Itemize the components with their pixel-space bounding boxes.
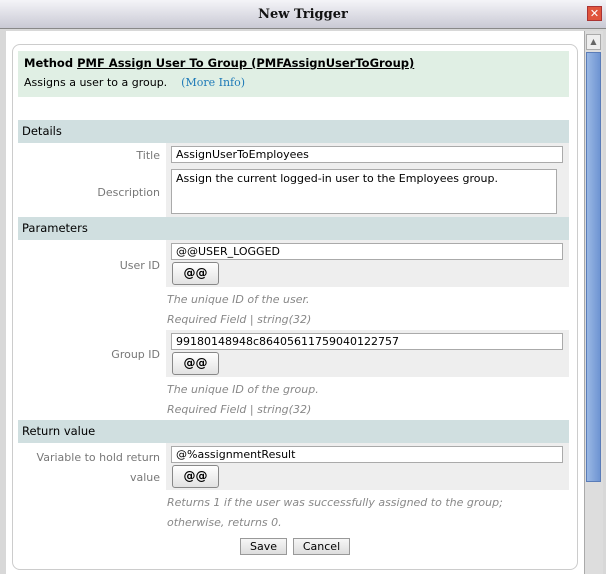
return-hint-1: Returns 1 if the user was successfully a… [167,496,503,509]
user-id-variable-button[interactable]: @@ [172,262,219,285]
group-id-hint: The unique ID of the group. [167,383,319,396]
group-id-variable-button[interactable]: @@ [172,352,219,375]
method-description-text: Assigns a user to a group. [24,76,168,89]
return-variable-label-1: Variable to hold return [36,451,160,464]
title-label: Title [136,149,160,162]
method-prefix: Method [24,56,74,70]
method-description: Assigns a user to a group. (More Info) [24,76,245,89]
group-id-required: Required Field | string(32) [167,403,312,416]
scrollbar-thumb[interactable] [586,52,601,482]
description-textarea[interactable]: Assign the current logged-in user to the… [171,169,557,214]
user-id-label: User ID [119,259,160,272]
return-variable-input[interactable]: @%assignmentResult [171,446,563,463]
user-id-hint: The unique ID of the user. [167,293,310,306]
cancel-button[interactable]: Cancel [293,538,350,555]
group-id-label: Group ID [111,348,160,361]
save-button[interactable]: Save [240,538,287,555]
return-variable-label-2: value [129,471,160,484]
title-input[interactable]: AssignUserToEmployees [171,146,563,163]
close-icon[interactable]: ✕ [587,6,602,21]
return-hint-2: otherwise, returns 0. [167,516,282,529]
section-details: Details [18,120,569,143]
section-return-value: Return value [18,420,569,443]
user-id-required: Required Field | string(32) [167,313,312,326]
scroll-up-icon[interactable]: ▲ [586,34,601,50]
more-info-link[interactable]: (More Info) [181,76,245,89]
group-id-input[interactable]: 99180148948c86405611759040122757 [171,333,563,350]
return-variable-button[interactable]: @@ [172,465,219,488]
dialog-titlebar[interactable]: New Trigger [0,0,606,29]
method-name-link[interactable]: PMF Assign User To Group (PMFAssignUserT… [77,56,414,70]
section-parameters: Parameters [18,217,569,240]
description-label: Description [97,186,160,199]
method-title: Method PMF Assign User To Group (PMFAssi… [24,56,414,70]
user-id-input[interactable]: @@USER_LOGGED [171,243,563,260]
